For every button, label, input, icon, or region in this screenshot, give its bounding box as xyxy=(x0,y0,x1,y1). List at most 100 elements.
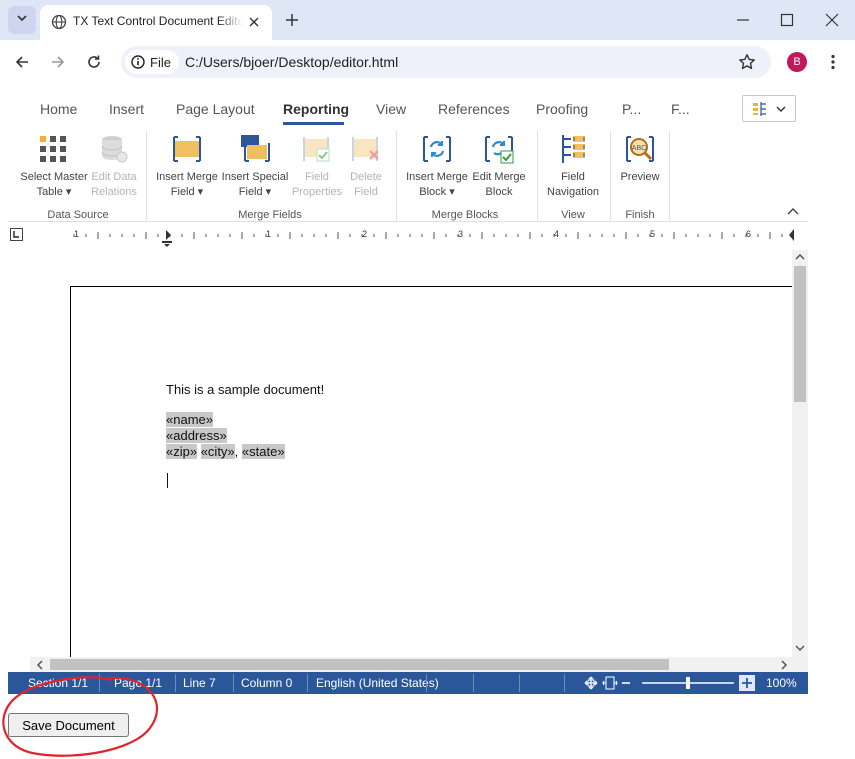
tab-reporting[interactable]: Reporting xyxy=(283,101,349,117)
site-info-chip[interactable]: File xyxy=(125,50,179,74)
merge-field-state[interactable]: «state» xyxy=(241,444,285,459)
annotation-circle xyxy=(2,676,159,757)
tab-home[interactable]: Home xyxy=(40,101,77,117)
star-icon[interactable] xyxy=(738,53,756,71)
url-text[interactable]: C:/Users/bjoer/Desktop/editor.html xyxy=(185,54,398,70)
merge-field-zip[interactable]: «zip» xyxy=(166,444,198,459)
merge-field-address[interactable]: «address» xyxy=(166,428,227,443)
maximize-icon[interactable] xyxy=(780,13,794,27)
edit-relations-label-2: Relations xyxy=(91,186,137,198)
info-icon xyxy=(131,55,145,69)
insert-merge-field-label-2: Field ▾ xyxy=(170,186,204,198)
active-tab-indicator xyxy=(283,122,344,125)
zoom-out-icon[interactable] xyxy=(621,678,631,688)
tab-search-button[interactable] xyxy=(8,6,36,34)
status-separator xyxy=(175,674,176,692)
insert-merge-field-button[interactable]: Insert Merge Field ▾ xyxy=(153,133,221,200)
scroll-left-arrow-icon[interactable] xyxy=(36,660,44,670)
document-line-1[interactable]: This is a sample document! xyxy=(166,382,324,397)
field-navigation-label-2: Navigation xyxy=(547,186,599,198)
ribbon-panel: Select Master Table ▾ Edit Data Relation… xyxy=(0,130,808,222)
vertical-scroll-thumb[interactable] xyxy=(794,266,806,402)
group-label-merge-fields: Merge Fields xyxy=(238,209,302,221)
collapse-ribbon-icon[interactable] xyxy=(787,206,799,216)
zoom-in-button[interactable] xyxy=(739,675,755,691)
plus-icon[interactable] xyxy=(284,12,300,28)
reload-icon xyxy=(88,55,100,68)
status-separator xyxy=(307,674,308,692)
status-column: Column 0 xyxy=(241,676,293,690)
chevron-down-icon xyxy=(17,15,27,22)
zoom-slider[interactable] xyxy=(642,677,734,689)
merge-field-line[interactable]: «name» xyxy=(166,412,213,427)
field-properties-icon xyxy=(303,137,330,162)
group-separator xyxy=(396,130,397,222)
field-properties-label-2: Properties xyxy=(291,186,343,198)
merge-field-line[interactable]: «address» xyxy=(166,428,227,443)
zoom-slider-thumb[interactable] xyxy=(686,677,690,689)
insert-special-field-button[interactable]: Insert Special Field ▾ xyxy=(220,133,290,200)
insert-merge-field-label-1: Insert Merge xyxy=(156,171,218,183)
select-master-table-button[interactable]: Select Master Table ▾ xyxy=(18,133,90,200)
vertical-scrollbar[interactable] xyxy=(792,250,808,657)
insert-merge-block-label-1: Insert Merge xyxy=(406,171,468,183)
close-icon[interactable] xyxy=(825,13,839,27)
back-button[interactable] xyxy=(8,48,36,76)
tab-references[interactable]: References xyxy=(438,101,510,117)
field-properties-button[interactable]: Field Properties xyxy=(288,133,346,200)
status-separator xyxy=(426,674,427,692)
tab-f[interactable]: F... xyxy=(671,101,690,117)
browser-titlebar: TX Text Control Document Editor xyxy=(0,0,855,40)
tab-title: TX Text Control Document Editor xyxy=(73,14,243,28)
scroll-up-arrow-icon[interactable] xyxy=(795,253,805,261)
ruler-mark-4: 4 xyxy=(554,229,560,239)
fit-width-icon[interactable] xyxy=(602,676,618,690)
text-cursor xyxy=(167,473,168,488)
edit-merge-block-button[interactable]: Edit Merge Block xyxy=(468,133,530,200)
delete-field-label-2: Field xyxy=(354,186,378,198)
tab-stop-selector[interactable] xyxy=(10,228,23,241)
minimize-icon[interactable] xyxy=(736,13,750,27)
delete-field-button[interactable]: Delete Field xyxy=(340,133,392,200)
preview-button[interactable]: ABC Preview xyxy=(614,133,666,185)
browser-tab[interactable]: TX Text Control Document Editor xyxy=(40,5,272,40)
tab-p[interactable]: P... xyxy=(622,101,641,117)
merge-field-name[interactable]: «name» xyxy=(166,412,213,427)
profile-avatar[interactable]: B xyxy=(787,52,807,72)
right-indent-marker xyxy=(789,229,794,241)
tab-insert[interactable]: Insert xyxy=(109,101,144,117)
ruler-scale xyxy=(73,229,794,247)
document-page[interactable]: This is a sample document! «name» «addre… xyxy=(70,286,808,657)
status-language[interactable]: English (United States) xyxy=(316,676,439,690)
tab-view[interactable]: View xyxy=(376,101,406,117)
tab-page-layout[interactable]: Page Layout xyxy=(176,101,255,117)
kebab-menu-icon[interactable] xyxy=(826,54,840,70)
database-icon xyxy=(101,136,128,163)
field-layout-icon xyxy=(753,102,766,116)
preview-label: Preview xyxy=(620,171,660,183)
field-navigation-button[interactable]: Field Navigation xyxy=(541,133,605,200)
status-line: Line 7 xyxy=(183,676,216,690)
scroll-down-arrow-icon[interactable] xyxy=(795,644,805,652)
insert-merge-block-button[interactable]: Insert Merge Block ▾ xyxy=(402,133,472,200)
group-label-merge-blocks: Merge Blocks xyxy=(431,209,499,221)
edit-data-relations-button[interactable]: Edit Data Relations xyxy=(84,133,144,200)
browser-toolbar: File C:/Users/bjoer/Desktop/editor.html … xyxy=(0,40,855,84)
document-canvas[interactable]: This is a sample document! «name» «addre… xyxy=(8,250,808,657)
forward-button[interactable] xyxy=(44,48,72,76)
ruler-mark-1: 1 xyxy=(266,229,272,239)
close-icon[interactable] xyxy=(248,16,260,28)
fit-page-icon[interactable] xyxy=(584,676,598,690)
address-bar[interactable]: File C:/Users/bjoer/Desktop/editor.html xyxy=(121,46,771,78)
field-navigation-icon xyxy=(562,135,585,163)
edit-merge-block-label-2: Block xyxy=(485,186,513,198)
edit-merge-block-label-1: Edit Merge xyxy=(472,171,526,183)
ribbon-layout-dropdown[interactable] xyxy=(742,95,796,122)
reload-button[interactable] xyxy=(80,48,108,76)
scroll-right-arrow-icon[interactable] xyxy=(780,660,788,670)
table-grid-icon xyxy=(40,136,66,162)
merge-field-line[interactable]: «zip» «city», «state» xyxy=(166,444,285,459)
horizontal-scroll-thumb[interactable] xyxy=(50,659,669,670)
tab-proofing[interactable]: Proofing xyxy=(536,101,588,117)
merge-field-city[interactable]: «city» xyxy=(200,444,235,459)
